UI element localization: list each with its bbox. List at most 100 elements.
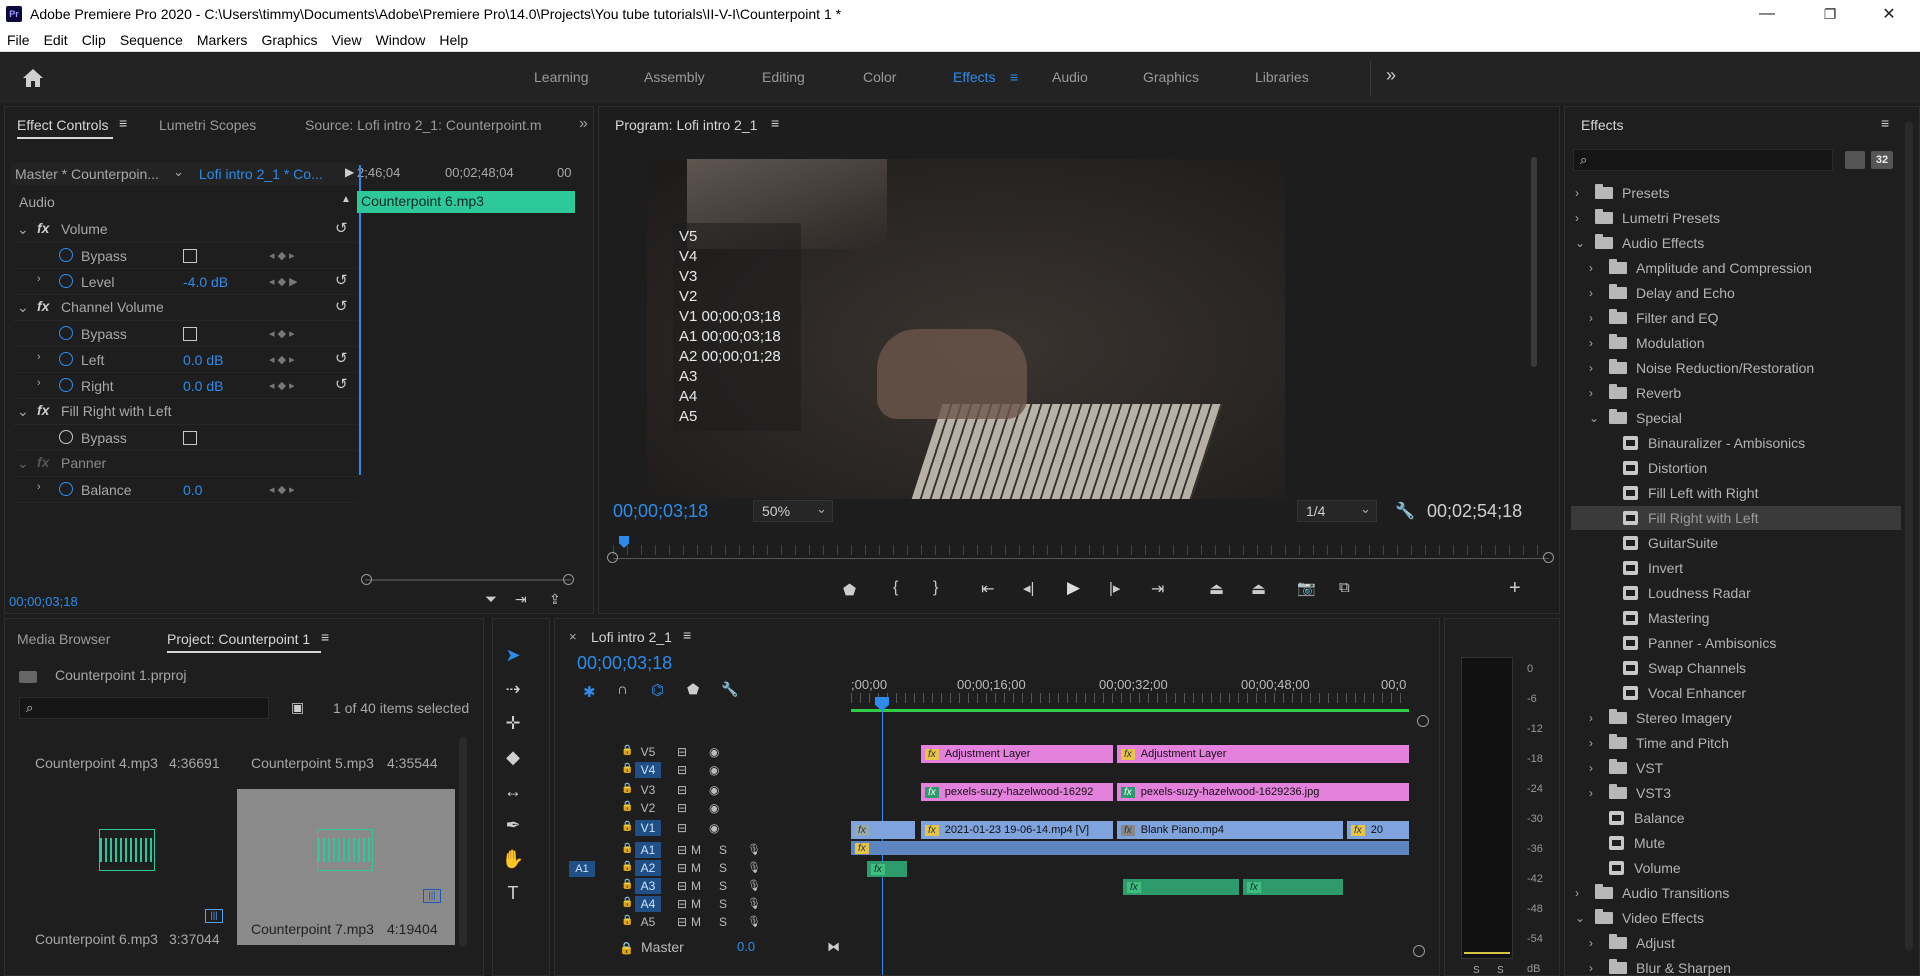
sync-lock-icon[interactable]: ⊟ bbox=[677, 763, 687, 777]
clip-pexels-1[interactable]: fx pexels-suzy-hazelwood-16292 bbox=[921, 783, 1113, 801]
solo-button[interactable]: S bbox=[719, 897, 727, 911]
fx-badge-icon[interactable]: fx bbox=[37, 298, 49, 314]
chevron-right-icon[interactable]: › bbox=[1589, 386, 1601, 400]
program-video-frame[interactable]: V5 V4 V3 V2 V1 00;00;03;18 A1 00;00;03;1… bbox=[647, 159, 1285, 499]
close-tab-icon[interactable]: × bbox=[569, 629, 577, 644]
lock-icon[interactable]: 🔒 bbox=[621, 783, 633, 794]
keyframe-nav-icon[interactable]: ◂ ◆ ▸ bbox=[269, 327, 295, 340]
clip-audio-a3-1[interactable]: fx bbox=[1123, 879, 1239, 895]
eye-icon[interactable]: ◉ bbox=[709, 745, 719, 759]
voiceover-record-icon[interactable]: 🎙 bbox=[747, 879, 761, 892]
solo-button[interactable]: S bbox=[719, 915, 727, 929]
bypass-checkbox[interactable] bbox=[183, 249, 197, 263]
reset-icon[interactable]: ↺ bbox=[335, 349, 348, 367]
effects-tree-item[interactable]: Fill Left with Right bbox=[1571, 481, 1901, 505]
menu-clip[interactable]: Clip bbox=[75, 32, 113, 48]
lock-icon[interactable]: 🔒 bbox=[621, 745, 633, 756]
effects-tree-item[interactable]: Balance bbox=[1571, 806, 1901, 830]
tab-project[interactable]: Project: Counterpoint 1 bbox=[167, 631, 310, 647]
effects-tree-item[interactable]: › Delay and Echo bbox=[1571, 281, 1901, 305]
sync-lock-icon[interactable]: ⊟ bbox=[677, 897, 687, 911]
mute-button[interactable]: M bbox=[691, 897, 701, 911]
ec-zoom-scrollbar[interactable] bbox=[365, 579, 571, 581]
step-forward-icon[interactable]: |▸ bbox=[1109, 579, 1120, 597]
mute-button[interactable]: M bbox=[691, 879, 701, 893]
project-scrollbar[interactable] bbox=[459, 737, 467, 947]
solo-right-button[interactable]: S bbox=[1497, 965, 1504, 976]
master-track-value[interactable]: 0.0 bbox=[737, 939, 755, 954]
keyframe-nav-icon[interactable]: ◂ ◆ ▶ bbox=[269, 275, 298, 288]
monitor-scrollbar[interactable] bbox=[1531, 157, 1537, 367]
ripple-edit-tool-icon[interactable]: ✛ bbox=[501, 711, 525, 735]
export-frame-icon[interactable]: 📷 bbox=[1297, 579, 1316, 597]
effects-tree-item[interactable]: › Amplitude and Compression bbox=[1571, 256, 1901, 280]
hand-tool-icon[interactable]: ✋ bbox=[501, 847, 525, 871]
track-target-v2[interactable]: V2 bbox=[635, 800, 661, 816]
effects-tree-item[interactable]: Loudness Radar bbox=[1571, 581, 1901, 605]
stopwatch-icon[interactable] bbox=[59, 482, 73, 496]
workspace-tab-learning[interactable]: Learning bbox=[534, 69, 589, 85]
audio-scrub-icon[interactable]: ⇥ bbox=[515, 591, 527, 608]
effects-tree-item[interactable]: Fill Right with Left bbox=[1571, 506, 1901, 530]
right-value[interactable]: 0.0 dB bbox=[183, 378, 223, 394]
more-workspaces-icon[interactable]: » bbox=[1386, 65, 1396, 86]
effects-tree-item[interactable]: Panner - Ambisonics bbox=[1571, 631, 1901, 655]
clip-blank-piano[interactable]: fx Blank Piano.mp4 bbox=[1117, 821, 1343, 839]
workspace-tab-editing[interactable]: Editing bbox=[762, 69, 805, 85]
keyframe-nav-icon[interactable]: ◂ ◆ ▸ bbox=[269, 379, 295, 392]
mute-button[interactable]: M bbox=[691, 915, 701, 929]
stopwatch-icon[interactable] bbox=[59, 430, 73, 444]
effects-tree-item[interactable]: › Time and Pitch bbox=[1571, 731, 1901, 755]
accelerated-effects-icon[interactable] bbox=[1845, 151, 1865, 169]
sync-lock-icon[interactable]: ⊟ bbox=[677, 783, 687, 797]
track-target-a4[interactable]: A4 bbox=[635, 896, 661, 912]
effects-tree-item[interactable]: › Blur & Sharpen bbox=[1571, 956, 1901, 976]
solo-button[interactable]: S bbox=[719, 843, 727, 857]
bypass-checkbox[interactable] bbox=[183, 327, 197, 341]
snap-magnet-icon[interactable]: ∩ bbox=[617, 681, 628, 698]
chevron-down-icon[interactable]: ⌄ bbox=[1589, 411, 1601, 425]
workspace-tab-libraries[interactable]: Libraries bbox=[1255, 69, 1309, 85]
workspace-tab-effects[interactable]: Effects bbox=[953, 69, 996, 85]
timeline-settings-wrench-icon[interactable]: 🔧 bbox=[721, 681, 738, 698]
eye-icon[interactable]: ◉ bbox=[709, 763, 719, 777]
panel-menu-icon[interactable]: ≡ bbox=[771, 115, 779, 131]
expand-chevron-icon[interactable]: ⌄ bbox=[17, 403, 29, 420]
effects-tree-item[interactable]: › Stereo Imagery bbox=[1571, 706, 1901, 730]
32bit-effects-icon[interactable]: 32 bbox=[1871, 151, 1893, 169]
track-target-a2[interactable]: A2 bbox=[635, 860, 661, 876]
lift-icon[interactable]: ⏏ bbox=[1209, 579, 1224, 599]
home-icon[interactable] bbox=[22, 68, 44, 88]
go-to-in-icon[interactable]: ⇤ bbox=[981, 579, 994, 599]
monitor-time-ruler[interactable] bbox=[613, 545, 1549, 555]
track-target-v5[interactable]: V5 bbox=[635, 744, 661, 760]
solo-button[interactable]: S bbox=[719, 861, 727, 875]
chevron-right-icon[interactable]: › bbox=[1589, 286, 1601, 300]
fx-badge-icon[interactable]: fx bbox=[37, 402, 49, 418]
chevron-right-icon[interactable]: › bbox=[1589, 786, 1601, 800]
effects-tree-item[interactable]: › Adjust bbox=[1571, 931, 1901, 955]
selection-tool-icon[interactable]: ➤ bbox=[501, 643, 525, 667]
stopwatch-icon[interactable] bbox=[59, 326, 73, 340]
workspace-tab-graphics[interactable]: Graphics bbox=[1143, 69, 1199, 85]
sync-lock-icon[interactable]: ⊟ bbox=[677, 879, 687, 893]
expand-chevron-icon[interactable]: ⌄ bbox=[17, 455, 29, 472]
effects-tree-item[interactable]: Swap Channels bbox=[1571, 656, 1901, 680]
clip-v1-start[interactable]: fx bbox=[851, 821, 915, 839]
voiceover-record-icon[interactable]: 🎙 bbox=[747, 897, 761, 910]
clip-screen-recording[interactable]: fx 2021-01-23 19-06-14.mp4 [V] bbox=[921, 821, 1113, 839]
project-search-input[interactable]: ⌕ bbox=[19, 697, 269, 719]
panel-menu-icon[interactable]: ≡ bbox=[683, 627, 691, 643]
stopwatch-icon[interactable] bbox=[59, 248, 73, 262]
add-marker-icon[interactable]: ⬟ bbox=[843, 581, 856, 599]
chevron-right-icon[interactable]: › bbox=[1589, 736, 1601, 750]
expand-arrow-icon[interactable]: › bbox=[37, 481, 41, 493]
effects-panel-title[interactable]: Effects bbox=[1581, 117, 1624, 133]
clip-audio-a1[interactable]: fx bbox=[851, 841, 1409, 855]
workspace-menu-icon[interactable]: ≡ bbox=[1010, 69, 1018, 85]
chevron-right-icon[interactable]: › bbox=[1589, 336, 1601, 350]
chevron-right-icon[interactable]: › bbox=[1575, 186, 1587, 200]
chevron-right-icon[interactable]: › bbox=[1589, 311, 1601, 325]
chevron-right-icon[interactable]: › bbox=[1575, 211, 1587, 225]
effects-tree-item[interactable]: ⌄ Special bbox=[1571, 406, 1901, 430]
